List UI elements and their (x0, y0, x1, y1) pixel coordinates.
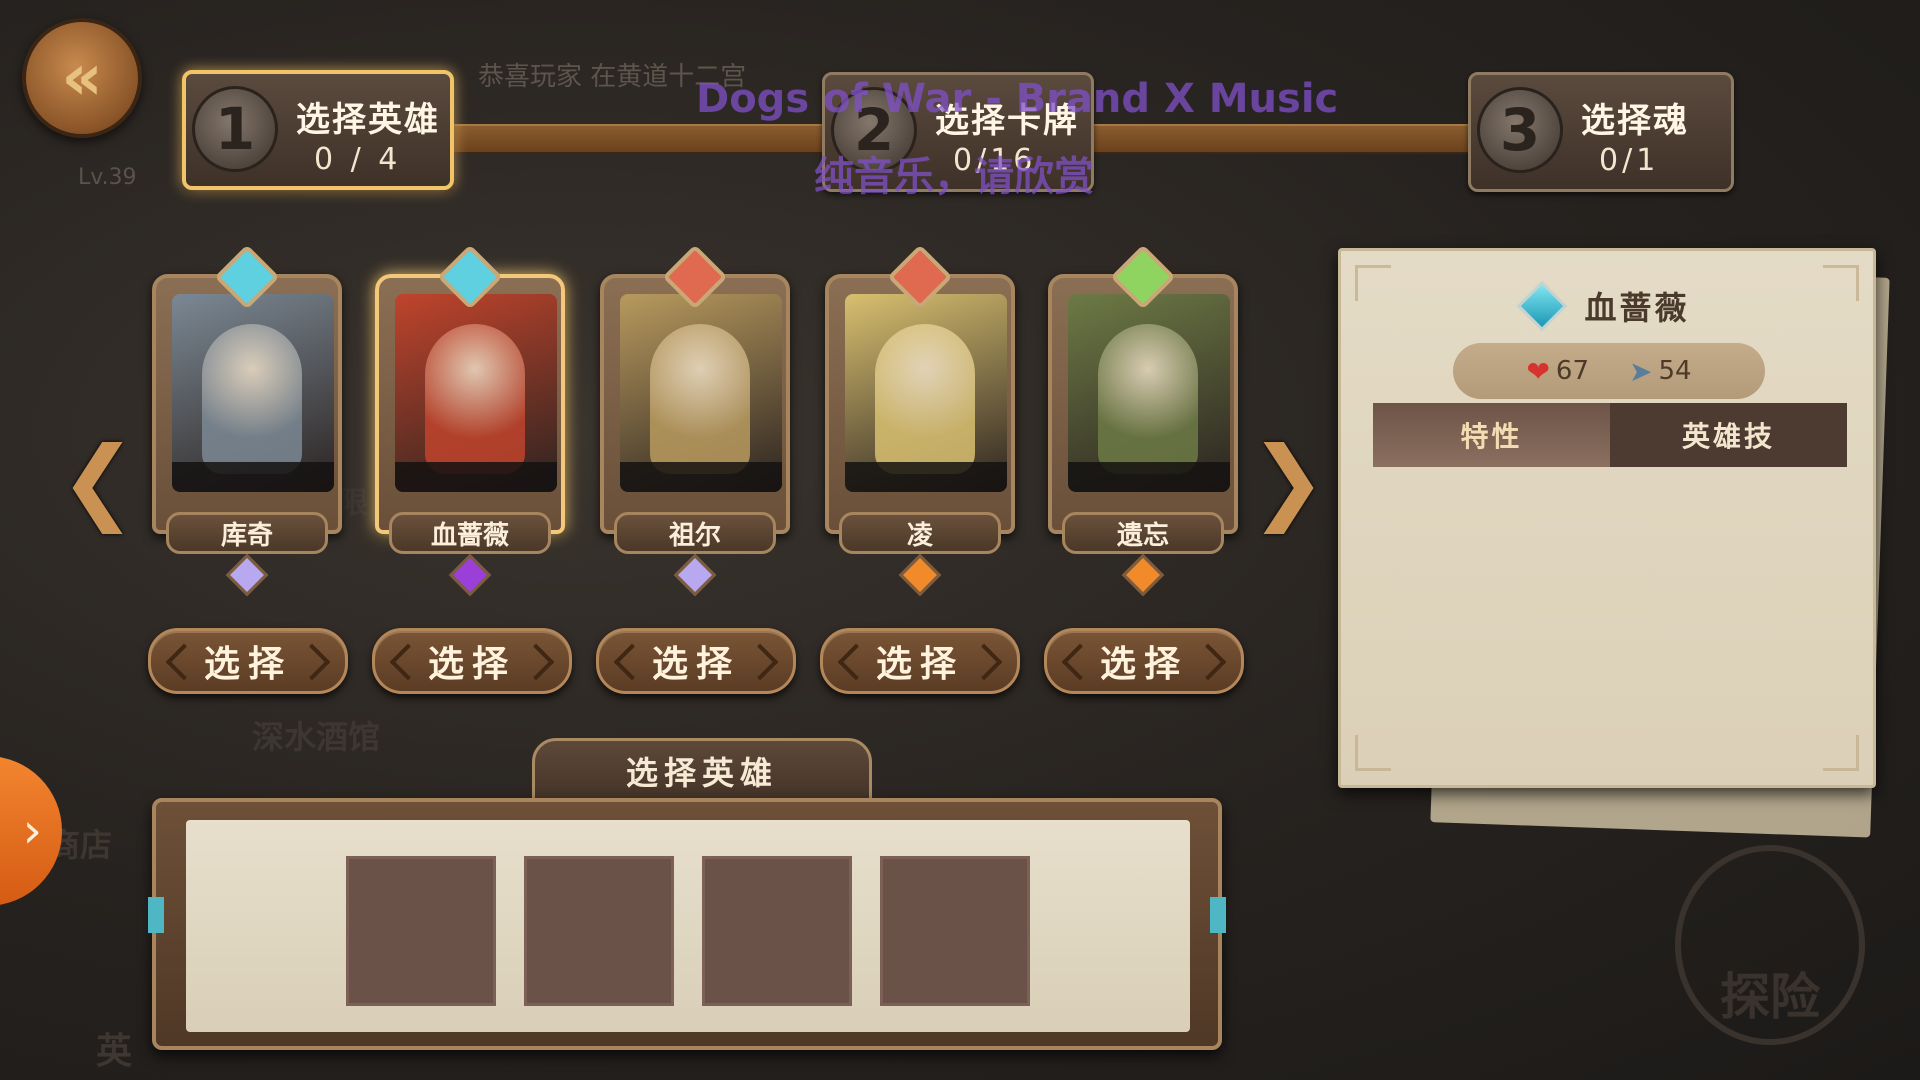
portrait-shade (845, 462, 1007, 492)
tray-inner (186, 820, 1190, 1032)
step-number: 1 (192, 86, 278, 172)
selected-heroes-tray (148, 798, 1226, 1050)
hero-name: 库奇 (166, 512, 328, 554)
hero-figure (425, 324, 525, 474)
hero-card[interactable]: 祖尔 (600, 244, 790, 597)
hero-card[interactable]: 血蔷薇 (375, 244, 565, 597)
hero-figure (1098, 324, 1198, 474)
hero-figure (202, 324, 302, 474)
shield-class-icon (1517, 280, 1568, 332)
hero-portrait (172, 294, 334, 492)
select-hero-button[interactable]: 选择 (820, 628, 1020, 694)
select-hero-button[interactable]: 选择 (1044, 628, 1244, 694)
portrait-shade (395, 462, 557, 492)
tab-hero-skill[interactable]: 英雄技 (1610, 403, 1847, 467)
music-subtitle: 纯音乐，请欣赏 (814, 154, 1094, 200)
portrait-shade (620, 462, 782, 492)
prev-page-arrow-icon[interactable]: ❮ (58, 425, 138, 535)
hero-figure (650, 324, 750, 474)
winged-boot-icon: ➤ (1629, 354, 1653, 388)
portrait-shade (172, 462, 334, 492)
step-title: 选择英雄 (296, 100, 440, 140)
tray-title: 选择英雄 (532, 738, 872, 804)
hero-detail-panel: 血蔷薇 ❤ 67 ➤ 54 特性 英雄技 (1338, 248, 1876, 788)
hero-name: 遗忘 (1062, 512, 1224, 554)
step-count: 0 / 4 (314, 142, 402, 177)
hero-card[interactable]: 库奇 (152, 244, 342, 597)
chevron-right-icon: › (22, 803, 42, 859)
speed-stat: ➤ 54 (1629, 355, 1692, 388)
hero-portrait (1068, 294, 1230, 492)
hero-name: 血蔷薇 (389, 512, 551, 554)
step-select-hero[interactable]: 1 选择英雄 0 / 4 (182, 70, 454, 190)
hp-value: 67 (1555, 356, 1589, 386)
step-number: 3 (1477, 87, 1563, 173)
heart-icon: ❤ (1526, 354, 1550, 388)
detail-tabs: 特性 英雄技 (1373, 403, 1847, 467)
bg-limit-label: 限 (338, 486, 368, 521)
detail-hero-name: 血蔷薇 (1584, 289, 1690, 327)
tray-right-marker (1210, 897, 1226, 933)
step-select-soul[interactable]: 3 选择魂 0/1 (1468, 72, 1734, 192)
hero-figure (875, 324, 975, 474)
tray-left-marker (148, 897, 164, 933)
explore-button[interactable]: 探险 (1675, 845, 1865, 1045)
music-title: Dogs of War - Brand X Music (696, 76, 1339, 122)
step-count: 0/1 (1599, 143, 1660, 178)
bg-hero-label: 英 (96, 1031, 133, 1072)
back-arrow-icon: « (61, 41, 103, 115)
stats-bar: ❤ 67 ➤ 54 (1453, 343, 1765, 399)
tab-traits[interactable]: 特性 (1373, 403, 1610, 467)
detail-header: 血蔷薇 (1341, 280, 1873, 332)
next-page-arrow-icon[interactable]: ❯ (1248, 425, 1328, 535)
hero-slot[interactable] (702, 856, 852, 1006)
corner-ornament (1355, 735, 1391, 771)
hero-name: 祖尔 (614, 512, 776, 554)
back-button[interactable]: « (22, 18, 142, 138)
hero-card[interactable]: 凌 (825, 244, 1015, 597)
corner-ornament (1823, 735, 1859, 771)
bg-tavern-label: 深水酒馆 (252, 718, 381, 756)
select-hero-button[interactable]: 选择 (596, 628, 796, 694)
speed-value: 54 (1658, 356, 1692, 386)
hero-portrait (845, 294, 1007, 492)
hero-card[interactable]: 遗忘 (1048, 244, 1238, 597)
hero-portrait (395, 294, 557, 492)
step-title: 选择魂 (1581, 101, 1689, 141)
select-hero-button[interactable]: 选择 (148, 628, 348, 694)
hero-slot[interactable] (880, 856, 1030, 1006)
player-level: Lv.39 (78, 165, 137, 190)
hero-portrait (620, 294, 782, 492)
hp-stat: ❤ 67 (1526, 355, 1589, 388)
hero-slot[interactable] (524, 856, 674, 1006)
hero-name: 凌 (839, 512, 1001, 554)
portrait-shade (1068, 462, 1230, 492)
hero-slot[interactable] (346, 856, 496, 1006)
select-hero-button[interactable]: 选择 (372, 628, 572, 694)
